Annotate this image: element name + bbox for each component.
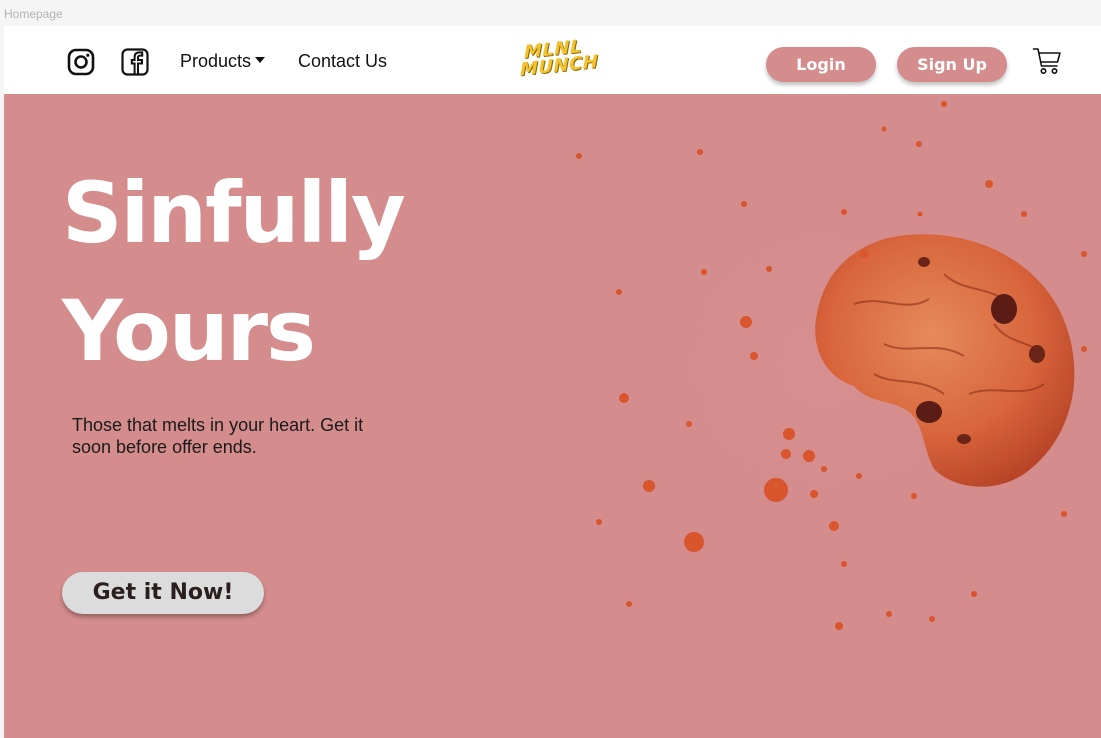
chevron-down-icon [255,57,266,64]
signup-button[interactable]: Sign Up [897,47,1007,82]
facebook-icon[interactable] [121,48,149,76]
cookie-image [544,94,1101,634]
contact-us-link[interactable]: Contact Us [298,51,387,72]
hero-section: Sinfully Yours Those that melts in your … [4,94,1101,738]
homepage-frame: Products Contact Us MLNL MUNCH Login Sig… [4,26,1101,738]
hero-title-line-2: Yours [62,282,316,380]
products-dropdown[interactable]: Products [180,51,266,72]
hero-subtitle: Those that melts in your heart. Get it s… [72,415,364,457]
login-button[interactable]: Login [766,47,876,82]
get-it-now-button[interactable]: Get it Now! [62,572,264,614]
brand-logo[interactable]: MLNL MUNCH [520,36,599,81]
logo-line-2: MUNCH [520,51,599,81]
hero-title-line-1: Sinfully [62,164,406,262]
frame-label: Homepage [4,7,63,21]
top-nav: Products Contact Us MLNL MUNCH Login Sig… [4,26,1101,94]
cart-icon[interactable] [1032,46,1062,76]
instagram-icon[interactable] [67,48,95,76]
products-label: Products [180,51,252,71]
hero-title: Sinfully Yours [62,154,406,390]
